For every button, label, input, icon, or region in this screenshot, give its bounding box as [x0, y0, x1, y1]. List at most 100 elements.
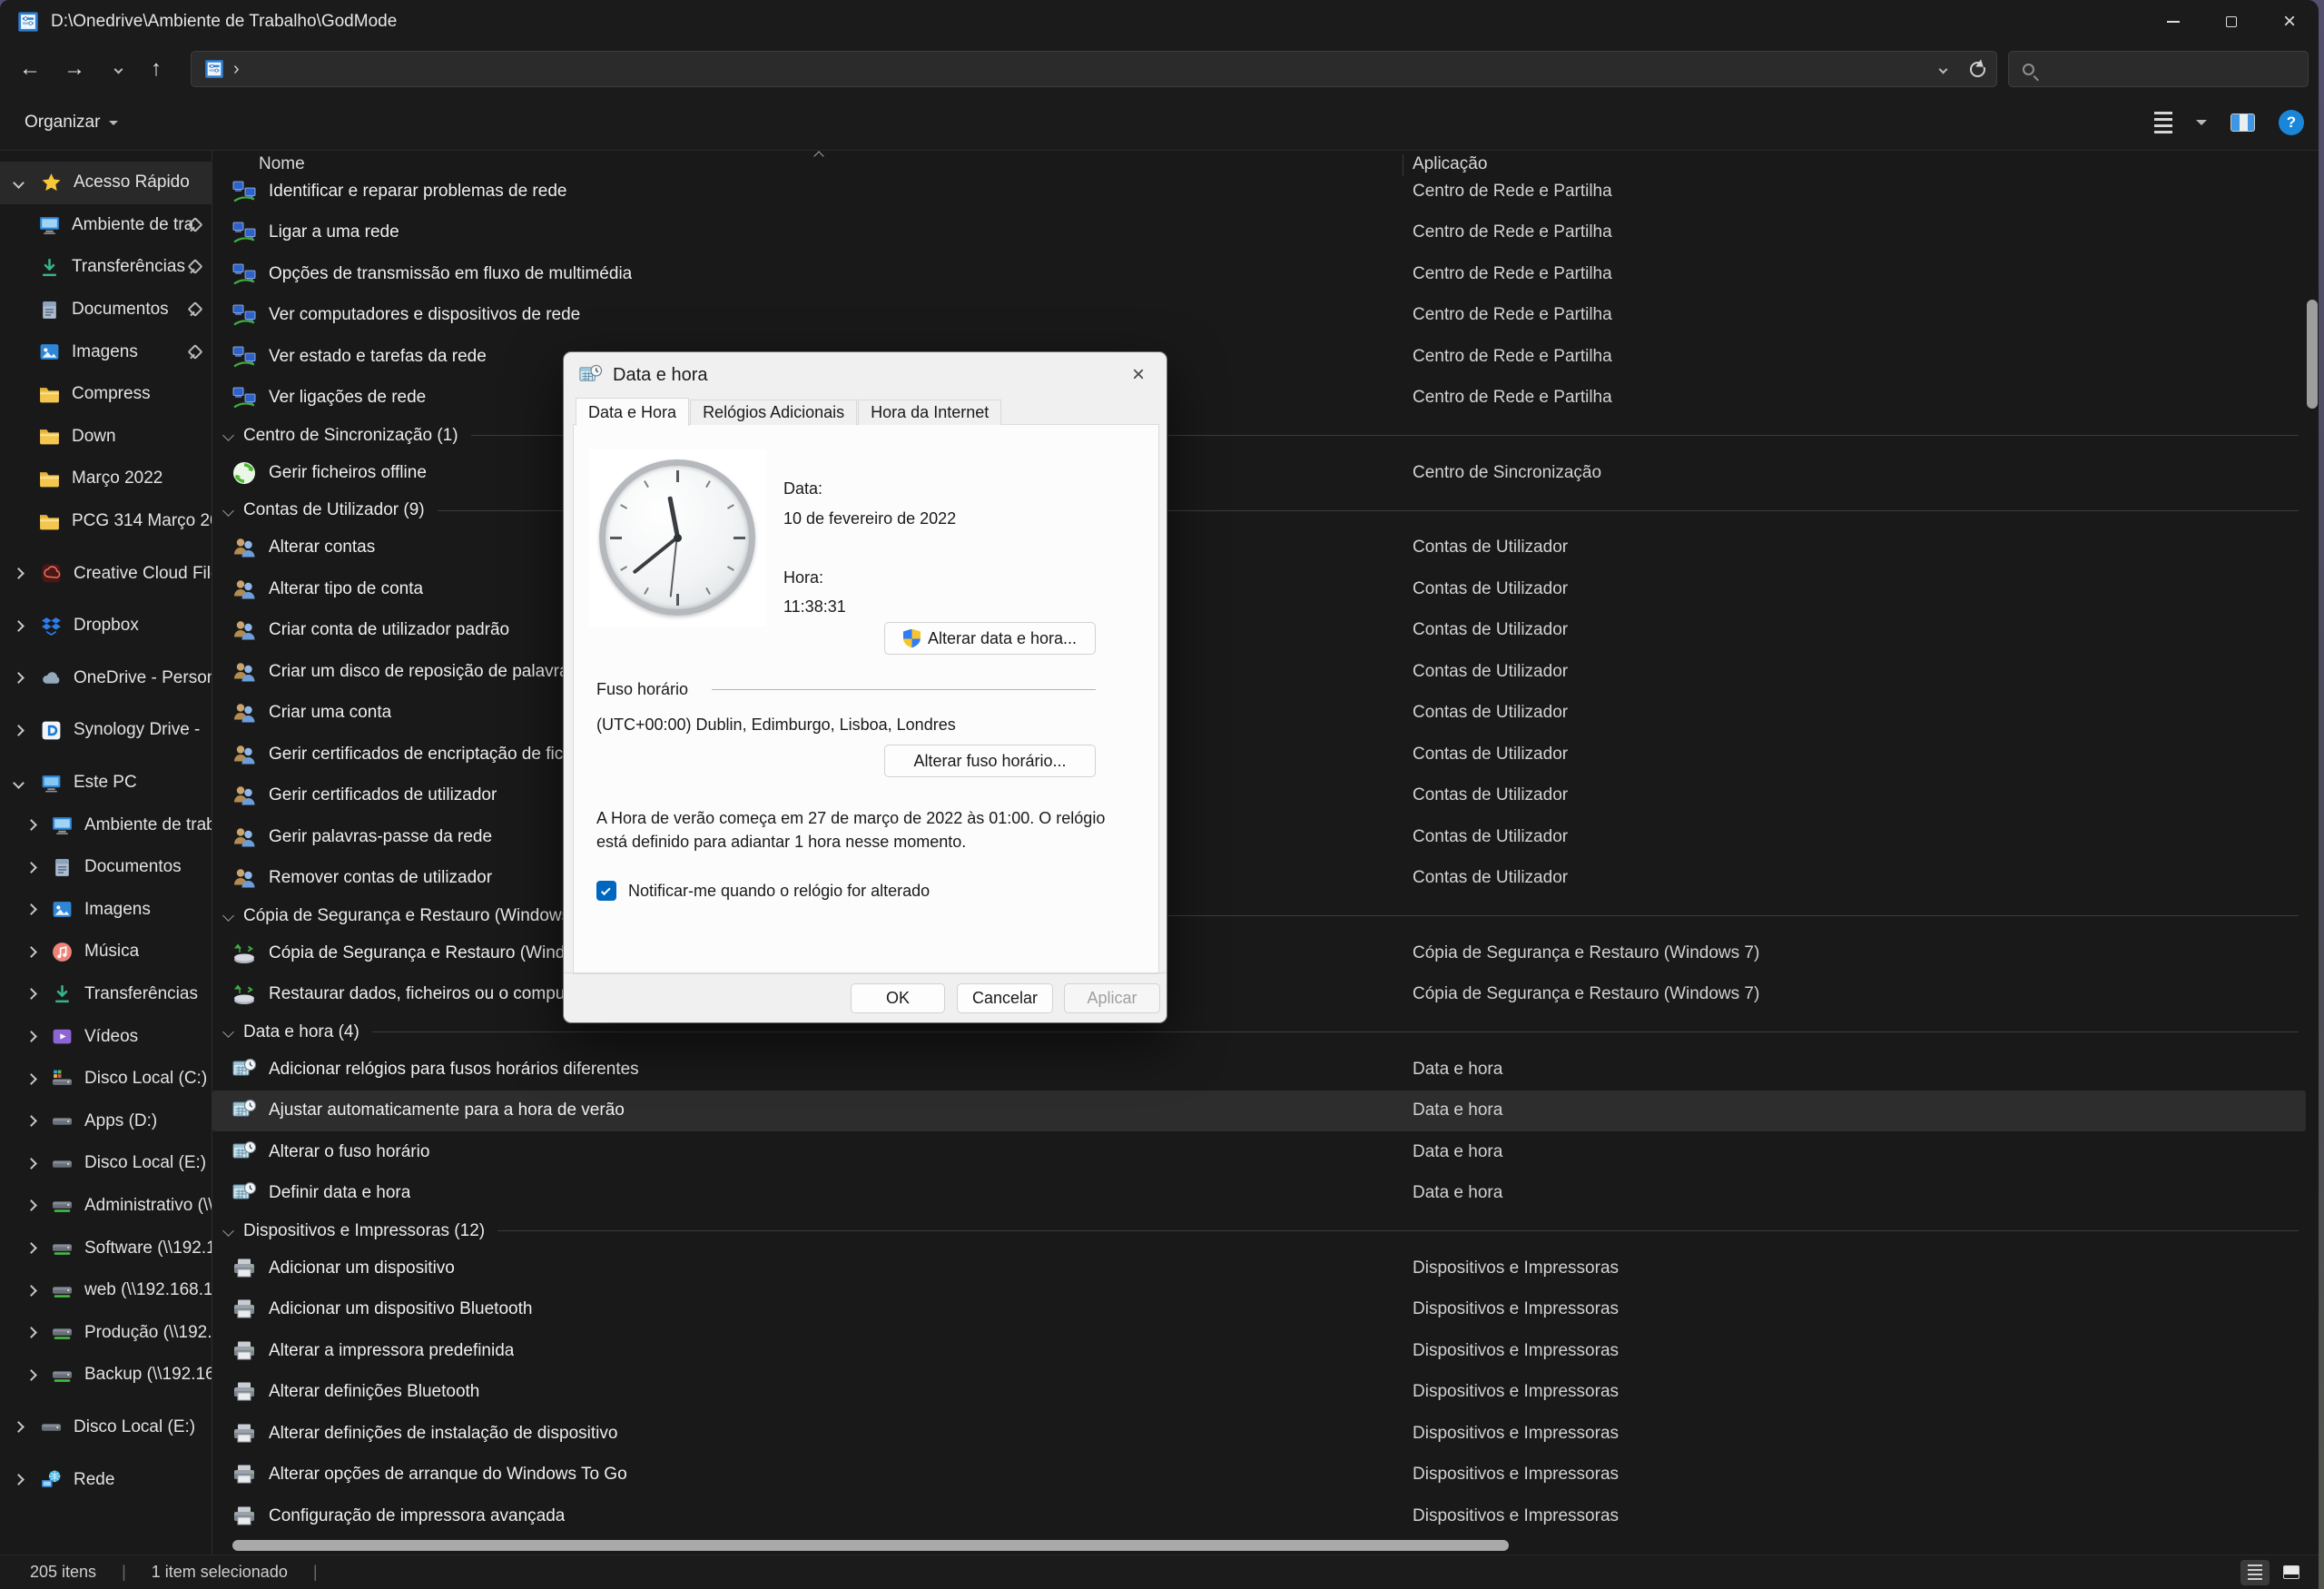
sidebar-item-web-192-168-1-1[interactable]: web (\\192.168.1.1: [0, 1269, 212, 1312]
horizontal-scrollbar-thumb[interactable]: [232, 1540, 1509, 1551]
list-item-alterar-contas[interactable]: Alterar contas Contas de Utilizador: [212, 528, 2306, 569]
thumbnail-view-toggle[interactable]: [2277, 1560, 2306, 1585]
group-header-contas-de-utilizador-9[interactable]: Contas de Utilizador (9): [212, 494, 2306, 528]
organize-menu[interactable]: Organizar: [25, 94, 119, 151]
list-item-identificar-e-reparar-problemas-de-rede[interactable]: Identificar e reparar problemas de rede C…: [212, 171, 2306, 212]
list-item-gerir-certificados-de-utilizador[interactable]: Gerir certificados de utilizador Contas d…: [212, 775, 2306, 817]
sidebar-item-apps-d[interactable]: Apps (D:): [0, 1100, 212, 1142]
chevron-right-icon[interactable]: [25, 861, 37, 873]
list-item-adicionar-um-dispositivo-bluetooth[interactable]: Adicionar um dispositivo Bluetooth Dispos…: [212, 1289, 2306, 1331]
group-header-c-pia-de-seguran-a-e-restauro-windows-7-2[interactable]: Cópia de Segurança e Restauro (Windows 7…: [212, 899, 2306, 933]
tab-relogios-adicionais[interactable]: Relógios Adicionais: [690, 400, 858, 425]
ok-button[interactable]: OK: [851, 983, 945, 1013]
chevron-right-icon[interactable]: [25, 1031, 37, 1042]
list-item-adicionar-um-dispositivo[interactable]: Adicionar um dispositivo Dispositivos e I…: [212, 1248, 2306, 1289]
list-item-ajustar-automaticamente-para-a-hora-de-ver-o[interactable]: Ajustar automaticamente para a hora de v…: [212, 1090, 2306, 1131]
sidebar-item-pcg-314-mar-o-20[interactable]: PCG 314 Março 20: [0, 500, 212, 543]
list-item-alterar-a-impressora-predefinida[interactable]: Alterar a impressora predefinida Disposit…: [212, 1330, 2306, 1372]
address-dropdown-icon[interactable]: [1938, 64, 1948, 74]
chevron-down-icon[interactable]: [222, 429, 234, 441]
chevron-right-icon[interactable]: [25, 1368, 37, 1381]
list-item-alterar-o-fuso-hor-rio[interactable]: Alterar o fuso horário Data e hora: [212, 1131, 2306, 1173]
list-item-alterar-defini-es-de-instala-o-de-dispositivo[interactable]: Alterar definições de instalação de disp…: [212, 1413, 2306, 1455]
view-mode-caret-icon[interactable]: [2196, 120, 2207, 125]
list-item-configura-o-de-impressora-avan-ada[interactable]: Configuração de impressora avançada Dispo…: [212, 1495, 2306, 1537]
list-item-restaurar-dados-ficheiros-ou-o-computador[interactable]: Restaurar dados, ficheiros ou o computad…: [212, 974, 2306, 1016]
list-item-criar-uma-conta[interactable]: Criar uma conta Contas de Utilizador: [212, 693, 2306, 735]
chevron-down-icon[interactable]: [222, 910, 234, 922]
chevron-right-icon[interactable]: [13, 672, 25, 685]
sidebar-item-compress[interactable]: Compress: [0, 373, 212, 416]
chevron-right-icon[interactable]: [13, 568, 25, 580]
list-item-definir-data-e-hora[interactable]: Definir data e hora Data e hora: [212, 1173, 2306, 1215]
sidebar-item-onedrive-personal[interactable]: OneDrive - Personal: [0, 657, 212, 700]
close-button[interactable]: ×: [2260, 0, 2319, 44]
chevron-right-icon[interactable]: [13, 1474, 25, 1485]
address-bar[interactable]: ›: [191, 51, 1997, 87]
list-item-adicionar-rel-gios-para-fusos-hor-rios-diferentes[interactable]: Adicionar relógios para fusos horários d…: [212, 1049, 2306, 1091]
chevron-right-icon[interactable]: [25, 1284, 37, 1297]
chevron-down-icon[interactable]: [13, 776, 25, 789]
vertical-scrollbar-thumb[interactable]: [2307, 300, 2318, 409]
sidebar-item-disco-local-e[interactable]: Disco Local (E:): [0, 1406, 212, 1449]
chevron-down-icon[interactable]: [222, 1026, 234, 1038]
list-item-ligar-a-uma-rede[interactable]: Ligar a uma rede Centro de Rede e Partilh…: [212, 212, 2306, 254]
chevron-right-icon[interactable]: [13, 1421, 25, 1434]
sidebar-item-imagens[interactable]: Imagens: [0, 889, 212, 932]
up-button[interactable]: ↑: [140, 44, 172, 94]
history-chevron-icon[interactable]: [102, 44, 134, 94]
list-item-alterar-defini-es-bluetooth[interactable]: Alterar definições Bluetooth Dispositivos…: [212, 1372, 2306, 1414]
list-item-gerir-certificados-de-encripta-o-de-ficheiros[interactable]: Gerir certificados de encriptação de fic…: [212, 734, 2306, 775]
chevron-right-icon[interactable]: [25, 1242, 37, 1254]
sort-ascending-icon[interactable]: [813, 151, 824, 162]
cancel-button[interactable]: Cancelar: [957, 983, 1053, 1013]
sidebar-item-documentos[interactable]: Documentos: [0, 846, 212, 889]
list-item-alterar-op-es-de-arranque-do-windows-to-go[interactable]: Alterar opções de arranque do Windows To…: [212, 1455, 2306, 1496]
list-item-op-es-de-transmiss-o-em-fluxo-de-multim-dia[interactable]: Opções de transmissão em fluxo de multim…: [212, 253, 2306, 295]
group-header-centro-de-sincroniza-o-1[interactable]: Centro de Sincronização (1): [212, 419, 2306, 452]
list-item-criar-conta-de-utilizador-padr-o[interactable]: Criar conta de utilizador padrão Contas d…: [212, 610, 2306, 652]
help-icon[interactable]: ?: [2279, 110, 2304, 135]
chevron-down-icon[interactable]: [13, 176, 25, 189]
sidebar-item-disco-local-c[interactable]: Disco Local (C:): [0, 1058, 212, 1100]
chevron-right-icon[interactable]: [25, 988, 37, 1001]
back-button[interactable]: ←: [14, 44, 46, 94]
chevron-right-icon[interactable]: [25, 1072, 37, 1085]
chevron-right-icon[interactable]: [25, 946, 37, 958]
sidebar-item-dropbox[interactable]: Dropbox: [0, 605, 212, 647]
forward-button[interactable]: →: [58, 44, 91, 94]
change-datetime-button[interactable]: Alterar data e hora...: [884, 622, 1096, 655]
sidebar-item-backup-192-168[interactable]: Backup (\\192.168.: [0, 1354, 212, 1397]
chevron-right-icon[interactable]: [25, 903, 37, 916]
sidebar-item-m-sica[interactable]: Música: [0, 931, 212, 973]
sidebar-item-produ-o-192-1[interactable]: Produção (\\192.1: [0, 1311, 212, 1354]
sidebar-item-v-deos[interactable]: Vídeos: [0, 1015, 212, 1058]
sidebar-item-transfer-ncias[interactable]: Transferências: [0, 246, 212, 289]
change-timezone-button[interactable]: Alterar fuso horário...: [884, 745, 1096, 777]
sidebar-item-acesso-r-pido[interactable]: Acesso Rápido: [0, 162, 212, 204]
sidebar-item-ambiente-de-traba[interactable]: Ambiente de traba: [0, 804, 212, 846]
chevron-right-icon[interactable]: [13, 619, 25, 632]
list-item-remover-contas-de-utilizador[interactable]: Remover contas de utilizador Contas de Ut…: [212, 858, 2306, 900]
sidebar-item-este-pc[interactable]: Este PC: [0, 762, 212, 804]
chevron-right-icon[interactable]: [25, 1199, 37, 1212]
chevron-right-icon[interactable]: [25, 1327, 37, 1339]
sidebar-item-imagens[interactable]: Imagens: [0, 331, 212, 373]
list-item-alterar-tipo-de-conta[interactable]: Alterar tipo de conta Contas de Utilizado…: [212, 568, 2306, 610]
chevron-right-icon[interactable]: [25, 1115, 37, 1128]
sidebar-item-rede[interactable]: Rede: [0, 1458, 212, 1501]
group-header-dispositivos-e-impressoras-12[interactable]: Dispositivos e Impressoras (12): [212, 1214, 2306, 1248]
chevron-down-icon[interactable]: [222, 1225, 234, 1237]
sidebar-item-administrativo-1[interactable]: Administrativo (\\1: [0, 1185, 212, 1228]
details-view-toggle[interactable]: [2240, 1559, 2270, 1585]
list-item-gerir-ficheiros-offline[interactable]: Gerir ficheiros offline Centro de Sincron…: [212, 452, 2306, 494]
list-item-ver-estado-e-tarefas-da-rede[interactable]: Ver estado e tarefas da rede Centro de Re…: [212, 336, 2306, 378]
list-item-ver-liga-es-de-rede[interactable]: Ver ligações de rede Centro de Rede e Par…: [212, 378, 2306, 419]
sidebar-item-ambiente-de-tra[interactable]: Ambiente de tra: [0, 204, 212, 247]
sidebar-item-synology-drive[interactable]: Synology Drive -: [0, 709, 212, 752]
minimize-button[interactable]: [2144, 0, 2202, 44]
tab-hora-da-internet[interactable]: Hora da Internet: [858, 400, 1002, 425]
chevron-right-icon[interactable]: [25, 1157, 37, 1170]
list-item-criar-um-disco-de-reposi-o-de-palavras-passe[interactable]: Criar um disco de reposição de palavras-…: [212, 651, 2306, 693]
sidebar-item-software-192-16[interactable]: Software (\\192.16: [0, 1227, 212, 1269]
